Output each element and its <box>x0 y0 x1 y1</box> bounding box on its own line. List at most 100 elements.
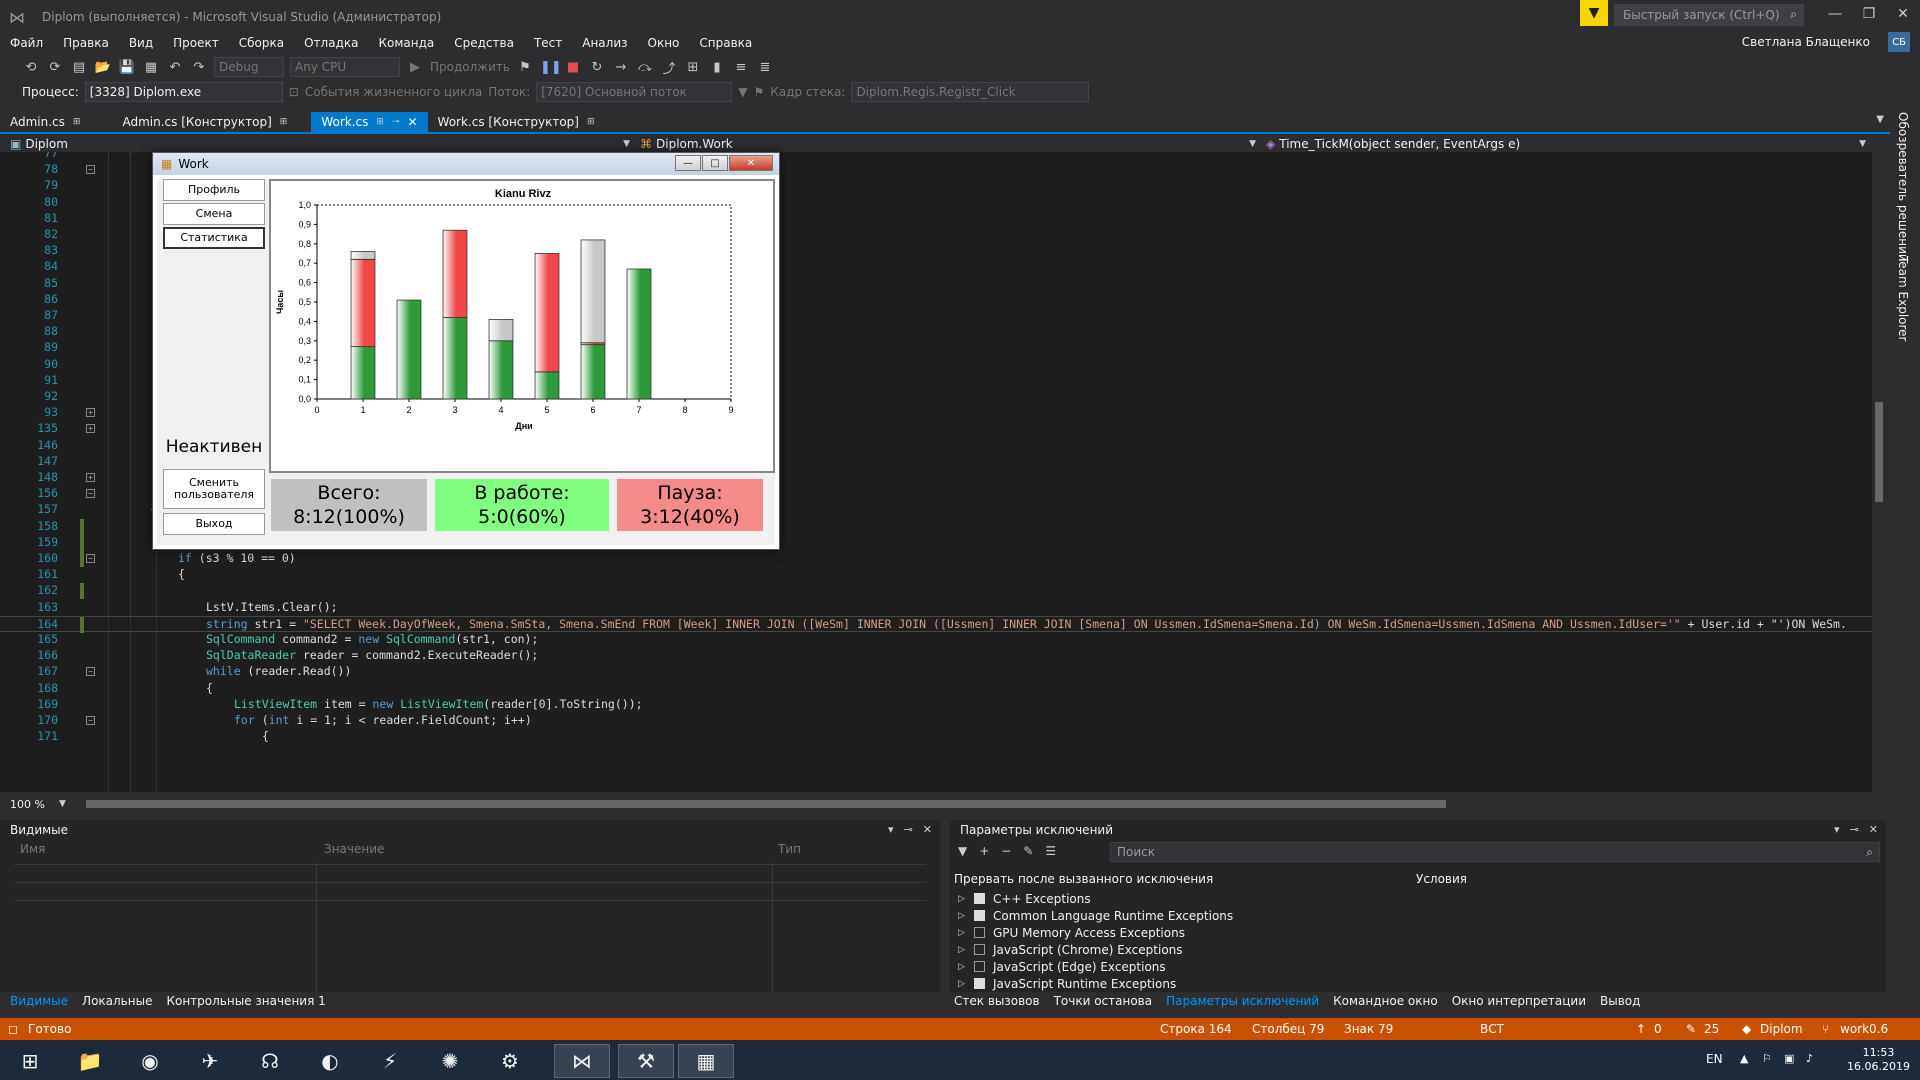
col-conditions[interactable]: Условия <box>1416 872 1467 886</box>
tools-app-icon[interactable]: ⚒ <box>618 1044 674 1078</box>
pin-icon[interactable]: ⊞ <box>280 117 288 127</box>
pin-icon[interactable]: ⊞ <box>587 117 595 127</box>
expand-arrow-icon[interactable]: ▷ <box>958 962 966 972</box>
comment-icon[interactable]: ≡ <box>732 60 750 75</box>
platform-select[interactable]: Any CPU <box>290 57 400 77</box>
code-line[interactable]: 166 SqlDataReader reader = command2.Execu… <box>0 648 1880 664</box>
restart-icon[interactable]: ↻ <box>588 60 606 75</box>
pushpin-icon[interactable]: ⊸ <box>392 117 400 127</box>
member-dropdown[interactable]: ◈ Time_TickM(object sender, EventArgs e) ▼ <box>1266 135 1866 153</box>
statistics-button[interactable]: Статистика <box>163 227 265 249</box>
configuration-select[interactable]: Debug <box>214 57 284 77</box>
code-line[interactable]: 162 <box>0 583 1880 600</box>
fold-toggle-icon[interactable]: − <box>86 489 95 499</box>
lightning-app-icon[interactable]: ⚡ <box>362 1044 418 1078</box>
visual-studio-icon[interactable]: ⋈ <box>554 1044 610 1078</box>
fold-toggle-icon[interactable]: + <box>86 424 95 434</box>
code-line[interactable]: 170 − for (int i = 1; i < reader.FieldCoun… <box>0 713 1880 729</box>
exception-search-input[interactable]: Поиск ⌕ <box>1110 842 1880 862</box>
pause-icon[interactable]: ❚❚ <box>540 60 562 75</box>
filter-icon[interactable]: ▼ <box>738 85 747 99</box>
project-dropdown[interactable]: ▣ Diplom ▼ <box>10 135 630 153</box>
repository-icon[interactable]: ◆ <box>1742 1022 1751 1036</box>
tab-locals[interactable]: Локальные <box>82 994 152 1008</box>
stack-frame-select[interactable]: Diplom.Regis.Registr_Click <box>851 82 1090 102</box>
maximize-button[interactable]: □ <box>702 155 728 171</box>
close-icon[interactable]: ✕ <box>923 823 932 836</box>
col-name[interactable]: Имя <box>20 842 45 856</box>
chevron-down-icon[interactable]: ▾ <box>1834 823 1840 836</box>
code-line[interactable]: 171 { <box>0 729 1880 745</box>
language-indicator[interactable]: EN <box>1706 1052 1723 1066</box>
step-into-icon[interactable]: → <box>612 60 630 75</box>
fold-toggle-icon[interactable]: − <box>86 716 95 725</box>
step-out-icon[interactable]: ⤴ <box>660 58 678 77</box>
solution-explorer-tab[interactable]: Обозреватель решений <box>1896 112 1910 262</box>
open-file-icon[interactable]: 📂 <box>94 60 112 75</box>
tab-autos[interactable]: Видимые <box>10 994 68 1008</box>
expand-arrow-icon[interactable]: ▷ <box>958 945 966 955</box>
tab-call-stack[interactable]: Стек вызовов <box>954 994 1040 1008</box>
expand-arrow-icon[interactable]: ▷ <box>958 928 966 938</box>
work-window-titlebar[interactable]: ▦ Work — □ ✕ <box>153 153 779 175</box>
code-line[interactable]: 165 SqlCommand command2 = new SqlCommand(… <box>0 632 1880 648</box>
tab-admin-designer[interactable]: Admin.cs [Конструктор] ⊞ <box>112 112 297 132</box>
remove-icon[interactable]: − <box>1001 844 1011 858</box>
lifecycle-events-icon[interactable]: ⊡ <box>289 85 299 99</box>
shift-button[interactable]: Смена <box>163 203 265 225</box>
clock[interactable]: 11:53 16.06.2019 <box>1847 1046 1910 1074</box>
menu-tools[interactable]: Средства <box>454 36 514 50</box>
tab-output[interactable]: Вывод <box>1600 994 1640 1008</box>
branch-name[interactable]: work0.6 <box>1840 1022 1888 1036</box>
chevron-down-icon[interactable]: ▼ <box>59 799 66 809</box>
expand-arrow-icon[interactable]: ▷ <box>958 911 966 921</box>
forward-icon[interactable]: ⟳ <box>46 60 64 75</box>
pending-changes-count[interactable]: 25 <box>1704 1022 1719 1036</box>
tab-command-window[interactable]: Командное окно <box>1333 994 1438 1008</box>
exception-checkbox[interactable] <box>974 910 985 921</box>
process-select[interactable]: [3328] Diplom.exe <box>84 82 283 102</box>
pin-icon[interactable]: ⊸ <box>904 823 913 836</box>
chevron-down-icon[interactable]: ▾ <box>888 823 894 836</box>
exception-checkbox[interactable] <box>974 893 985 904</box>
code-line[interactable]: 169 ListViewItem item = new ListViewItem(… <box>0 697 1880 713</box>
menu-project[interactable]: Проект <box>173 36 219 50</box>
repository-name[interactable]: Diplom <box>1760 1022 1803 1036</box>
tab-work-designer[interactable]: Work.cs [Конструктор] ⊞ <box>428 112 605 132</box>
code-line[interactable]: 163 LstV.Items.Clear(); <box>0 600 1880 616</box>
list-item[interactable]: ▷ JavaScript (Chrome) Exceptions <box>958 941 1183 958</box>
tab-overflow-chevron-down-icon[interactable]: ▼ <box>1876 114 1884 125</box>
minimize-button[interactable]: — <box>675 155 701 171</box>
add-icon[interactable]: + <box>979 844 989 858</box>
list-item[interactable]: ▷ JavaScript (Edge) Exceptions <box>958 958 1166 975</box>
discord-icon[interactable]: ◐ <box>302 1044 358 1078</box>
fold-toggle-icon[interactable]: − <box>86 554 95 563</box>
col-value[interactable]: Значение <box>324 842 384 856</box>
profile-button[interactable]: Профиль <box>163 179 265 201</box>
list-view-icon[interactable]: ☰ <box>1045 844 1056 858</box>
new-project-icon[interactable]: ▤ <box>70 60 88 75</box>
file-explorer-icon[interactable]: 📁 <box>62 1044 118 1078</box>
menu-team[interactable]: Команда <box>378 36 434 50</box>
exception-checkbox[interactable] <box>974 978 985 989</box>
menu-file[interactable]: Файл <box>10 36 43 50</box>
tab-work-cs[interactable]: Work.cs ⊞ ⊸ ✕ <box>311 112 428 132</box>
lifecycle-events-dropdown[interactable]: События жизненного цикла <box>305 85 482 99</box>
filter-icon[interactable]: ▼ <box>958 844 967 858</box>
fold-toggle-icon[interactable]: + <box>86 408 95 418</box>
tab-breakpoints[interactable]: Точки останова <box>1054 994 1153 1008</box>
redo-icon[interactable]: ↷ <box>190 60 208 75</box>
menu-window[interactable]: Окно <box>648 36 680 50</box>
volume-icon[interactable]: ♪ <box>1806 1052 1813 1065</box>
code-line[interactable]: 161 { <box>0 567 1880 583</box>
flag-icon[interactable]: ⚐ <box>1762 1052 1772 1065</box>
network-icon[interactable]: ▣ <box>1784 1052 1794 1065</box>
tab-exception-settings[interactable]: Параметры исключений <box>1166 994 1319 1008</box>
close-icon[interactable]: ✕ <box>1869 823 1878 836</box>
menu-debug[interactable]: Отладка <box>304 36 358 50</box>
save-icon[interactable]: 💾 <box>118 60 136 75</box>
menu-analyze[interactable]: Анализ <box>582 36 627 50</box>
atom-icon[interactable]: ✺ <box>422 1044 478 1078</box>
exception-checkbox[interactable] <box>974 944 985 955</box>
col-type[interactable]: Тип <box>778 842 801 856</box>
